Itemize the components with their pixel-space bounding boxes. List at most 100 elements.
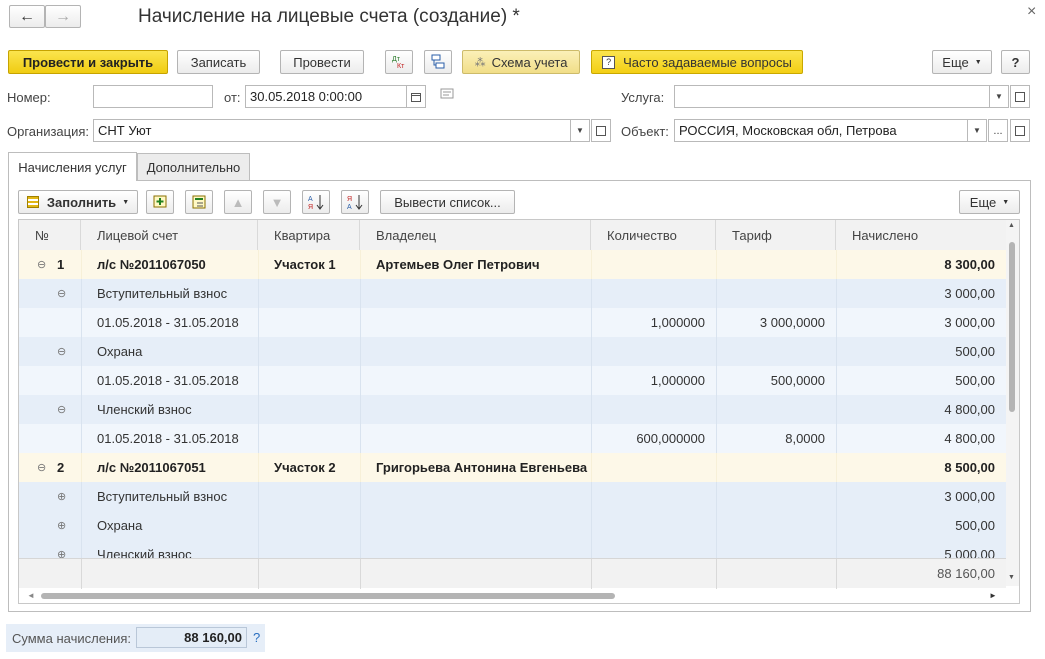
move-down-button[interactable]: ▼ [263,190,291,214]
forward-button[interactable]: → [45,5,81,28]
post-and-close-button[interactable]: Провести и закрыть [8,50,168,74]
cell-qty: 1,000000 [650,373,705,388]
collapse-icon[interactable]: ⊖ [37,453,46,482]
group-row[interactable]: ⊖ 1 л/с №2011067050 Участок 1 Артемьев Олег … [19,250,1006,279]
column-divider [81,511,82,540]
column-header-owner[interactable]: Владелец [360,220,591,250]
sort-desc-button[interactable]: ЯА [341,190,369,214]
cell-tariff [716,395,825,424]
detail-row[interactable]: 01.05.2018 - 31.05.2018 600,000000 8,0000 4… [19,424,1006,453]
tab-service-charges-label: Начисления услуг [18,159,127,175]
cell-qty: 600,000000 [636,431,705,446]
more-button[interactable]: Еще ▼ [932,50,992,74]
service-row[interactable]: ⊕ Вступительный взнос 3 000,00 [19,482,1006,511]
accounting-scheme-button[interactable]: ⁂ Схема учета [462,50,580,74]
fill-button[interactable]: Заполнить ▼ [18,190,138,214]
service-field[interactable] [674,85,990,108]
collapse-icon[interactable]: ⊖ [57,279,66,308]
chevron-down-icon: ▼ [1002,198,1010,206]
collapse-icon[interactable]: ⊖ [37,250,46,279]
service-open-button[interactable] [1010,85,1030,108]
footer-divider [360,559,361,589]
tab-service-charges[interactable]: Начисления услуг [8,152,137,181]
column-header-account[interactable]: Лицевой счет [81,220,258,250]
tab-additional[interactable]: Дополнительно [137,153,250,181]
add-group-button[interactable] [185,190,213,214]
output-list-button[interactable]: Вывести список... [380,190,515,214]
collapse-icon[interactable]: ⊖ [57,395,66,424]
footer-divider [591,559,592,589]
horizontal-scroll-thumb[interactable] [41,593,615,599]
close-icon[interactable]: × [1027,3,1036,21]
service-row[interactable]: ⊕ Охрана 500,00 [19,511,1006,540]
service-row[interactable]: ⊖ Охрана 500,00 [19,337,1006,366]
collapse-icon[interactable]: ⊖ [57,337,66,366]
column-divider [360,511,361,540]
move-up-button[interactable]: ▲ [224,190,252,214]
expand-icon[interactable]: ⊕ [57,482,66,511]
object-dropdown-button[interactable]: ▼ [967,119,987,142]
service-dropdown-button[interactable]: ▼ [989,85,1009,108]
svg-text:А: А [347,204,352,211]
organization-field[interactable]: СНТ Уют [93,119,571,142]
scroll-down-icon[interactable]: ▼ [1008,574,1015,581]
organization-open-button[interactable] [591,119,611,142]
horizontal-scrollbar[interactable]: ◄ ► [19,589,1006,603]
organization-label: Организация: [7,124,90,139]
scroll-up-icon[interactable]: ▲ [1008,222,1015,229]
add-row-button[interactable] [146,190,174,214]
object-field[interactable]: РОССИЯ, Московская обл, Петрова [674,119,968,142]
cell-num: 1 [57,257,65,272]
column-divider [81,395,82,424]
hierarchy-icon: ⁂ [474,56,486,69]
number-field[interactable] [93,85,213,108]
cell-qty [591,453,705,482]
column-header-number[interactable]: № [19,220,81,250]
column-divider [258,366,259,395]
cell-amount: 500,00 [955,344,995,359]
organization-dropdown-button[interactable]: ▼ [570,119,590,142]
calendar-button[interactable] [406,85,426,108]
sort-ascending-icon: АЯ [308,195,324,211]
comment-icon[interactable] [440,88,454,103]
summary-help-icon[interactable]: ? [253,630,260,645]
detail-row[interactable]: 01.05.2018 - 31.05.2018 1,000000 500,0000 5… [19,366,1006,395]
column-header-amount[interactable]: Начислено [836,220,1006,250]
cell-qty [591,279,705,308]
svg-text:Я: Я [308,204,313,211]
group-row[interactable]: ⊖ 2 л/с №2011067051 Участок 2 Григорьева Ант… [19,453,1006,482]
column-header-tariff[interactable]: Тариф [716,220,836,250]
column-header-quantity[interactable]: Количество [591,220,716,250]
help-label: ? [1011,54,1020,70]
column-divider [258,279,259,308]
expand-icon[interactable]: ⊕ [57,511,66,540]
service-row[interactable]: ⊖ Вступительный взнос 3 000,00 [19,279,1006,308]
column-divider [81,366,82,395]
structure-button[interactable] [424,50,452,74]
back-button[interactable]: ← [9,5,45,28]
date-field[interactable]: 30.05.2018 0:00:00 [245,85,407,108]
cell-tariff: 500,0000 [770,373,825,388]
save-button[interactable]: Записать [177,50,260,74]
vertical-scroll-thumb[interactable] [1009,242,1015,412]
faq-button[interactable]: ? Часто задаваемые вопросы [591,50,803,74]
svg-text:Кт: Кт [397,63,405,70]
scroll-left-icon[interactable]: ◄ [27,591,35,600]
service-row[interactable]: ⊖ Членский взнос 4 800,00 [19,395,1006,424]
help-button[interactable]: ? [1001,50,1030,74]
calendar-icon [411,92,421,102]
column-divider [81,337,82,366]
dt-kt-button[interactable]: Дт Кт [385,50,413,74]
ellipsis-icon: ... [993,124,1003,137]
table-more-button[interactable]: Еще ▼ [959,190,1020,214]
document-structure-icon [431,54,445,69]
sort-asc-button[interactable]: АЯ [302,190,330,214]
scroll-right-icon[interactable]: ► [989,591,997,600]
vertical-scrollbar[interactable]: ▲ ▼ [1006,220,1019,586]
column-header-flat[interactable]: Квартира [258,220,360,250]
cell-amount: 500,00 [955,373,995,388]
object-open-button[interactable] [1010,119,1030,142]
post-button[interactable]: Провести [280,50,364,74]
object-select-button[interactable]: ... [988,119,1008,142]
detail-row[interactable]: 01.05.2018 - 31.05.2018 1,000000 3 000,000… [19,308,1006,337]
